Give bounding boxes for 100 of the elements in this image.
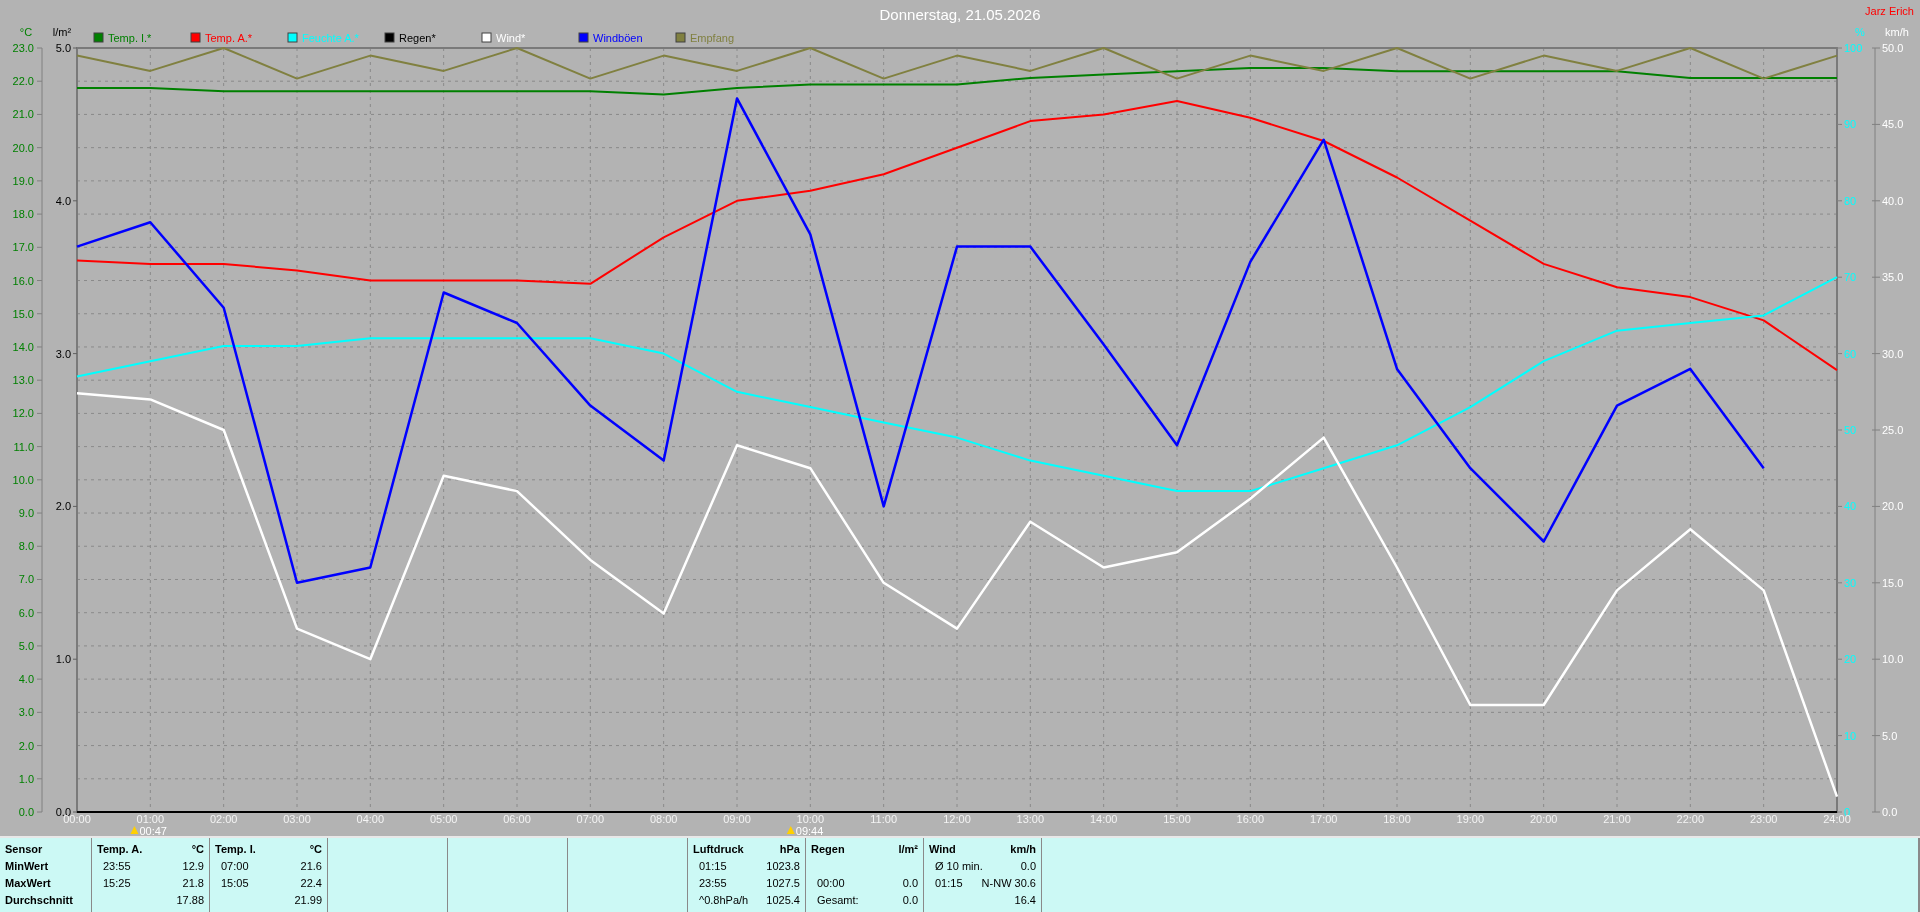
axis-unit: % <box>1855 26 1865 38</box>
table-cell-text: 22.4 <box>300 876 322 891</box>
axis-label: 0.0 <box>1882 806 1898 818</box>
axis-label: 09:00 <box>723 813 751 825</box>
axis-label: 6.0 <box>18 606 34 619</box>
axis-label: 4.0 <box>18 673 34 686</box>
axis-label: 21.0 <box>12 108 34 121</box>
axis-label: 18:00 <box>1383 813 1411 825</box>
axis-label: 0.0 <box>18 806 34 818</box>
axis-label: 21:00 <box>1603 813 1631 825</box>
table-cell-text: 15:25 <box>102 876 131 891</box>
axis-label: 20 <box>1844 653 1857 666</box>
axis-label: 01:00 <box>136 813 165 825</box>
axis-label: 20.0 <box>1882 500 1904 513</box>
column-header: Temp. A. <box>97 842 143 857</box>
axis-label: 2.0 <box>55 500 71 513</box>
table-cell-text: 12.9 <box>182 859 204 874</box>
axis-label: 9.0 <box>18 507 34 520</box>
table-cell-text: 1025.4 <box>766 893 800 908</box>
table-cell-text: 23:55 <box>698 876 727 891</box>
row-label: MaxWert <box>5 876 52 891</box>
axis-label: 3.0 <box>55 347 71 360</box>
column-header: Regen <box>811 842 845 857</box>
table-cell-text: 21.6 <box>300 859 322 874</box>
axis-label: 10.0 <box>1882 653 1904 666</box>
legend-label: Empfang <box>690 32 735 44</box>
axis-label: 16:00 <box>1236 813 1265 825</box>
legend-label: Windböen <box>593 32 643 44</box>
axis-label: 16.0 <box>12 274 34 287</box>
axis-label: 70 <box>1844 271 1857 284</box>
table-cell-text: 17.88 <box>176 893 204 908</box>
table-cell-text: 07:00 <box>220 859 249 874</box>
axis-unit: km/h <box>1885 26 1909 38</box>
axis-unit: °C <box>19 26 33 38</box>
axis-label: 5.0 <box>55 42 71 54</box>
legend-label: Regen* <box>399 32 436 44</box>
table-cell-text: Ø 10 min. <box>934 859 983 874</box>
axis-unit: l/m² <box>52 26 72 38</box>
axis-label: 19:00 <box>1456 813 1485 825</box>
marker-icon <box>786 826 795 834</box>
table-cell-text: 01:15 <box>934 876 963 891</box>
axis-label: 8.0 <box>18 540 34 553</box>
axis-label: 7.0 <box>18 573 34 586</box>
axis-label: 17.0 <box>12 241 34 254</box>
axis-label: 05:00 <box>429 813 458 825</box>
axis-label: 40.0 <box>1882 194 1904 207</box>
column-header: Luftdruck <box>693 842 744 857</box>
axis-label: 02:00 <box>209 813 238 825</box>
row-label: Durchschnitt <box>5 893 74 908</box>
axis-label: 30.0 <box>1882 347 1904 360</box>
legend-label: Wind* <box>496 32 526 44</box>
table-cell-text: 0.0 <box>902 876 918 891</box>
axis-label: 80 <box>1844 194 1857 207</box>
marker-label: 00:47 <box>139 825 167 836</box>
owner-name: Jarz Erich <box>1865 5 1914 17</box>
table-cell-text: 01:15 <box>698 859 727 874</box>
axis-label: 60 <box>1844 347 1857 360</box>
axis-label: 30 <box>1844 576 1857 589</box>
axis-label: 90 <box>1844 118 1857 131</box>
table-cell-text: Gesamt: <box>816 893 859 908</box>
axis-label: 1.0 <box>18 772 34 785</box>
table-cell-text: N-NW 30.6 <box>981 876 1036 891</box>
axis-label: 17:00 <box>1309 813 1338 825</box>
axis-label: 40 <box>1844 500 1857 513</box>
marker-icon <box>130 826 139 834</box>
column-unit: km/h <box>1010 842 1036 857</box>
column-header: Wind <box>929 842 956 857</box>
table-cell-text: 15:05 <box>220 876 249 891</box>
table-cell-text: 16.4 <box>1014 893 1036 908</box>
axis-label: 12:00 <box>943 813 971 825</box>
axis-label: 04:00 <box>356 813 385 825</box>
axis-label: 35.0 <box>1882 271 1904 284</box>
axis-label: 11.0 <box>13 440 34 453</box>
table-cell-text: ^0.8hPa/h <box>698 893 749 908</box>
axis-label: 15.0 <box>12 307 34 320</box>
table-cell-text: 1027.5 <box>766 876 800 891</box>
axis-label: 22.0 <box>12 75 34 88</box>
axis-label: 3.0 <box>18 706 34 719</box>
chart-title: Donnerstag, 21.05.2026 <box>879 6 1041 23</box>
axis-label: 23:00 <box>1749 813 1778 825</box>
table-cell-text: 21.99 <box>294 893 322 908</box>
column-unit: l/m² <box>898 842 918 857</box>
axis-label: 19.0 <box>12 174 34 187</box>
axis-label: 10.0 <box>12 473 34 486</box>
axis-label: 15:00 <box>1163 813 1191 825</box>
axis-label: 0 <box>1844 806 1851 818</box>
axis-label: 14.0 <box>12 340 34 353</box>
axis-label: 2.0 <box>18 739 34 752</box>
axis-label: 10 <box>1844 729 1857 742</box>
table-cell-text: 21.8 <box>182 876 204 891</box>
axis-label: 25.0 <box>1882 424 1904 436</box>
axis-label: 14:00 <box>1089 813 1118 825</box>
table-cell-text: 0.0 <box>902 893 918 908</box>
axis-label: 100 <box>1844 42 1863 54</box>
axis-label: 11:00 <box>870 813 898 825</box>
axis-label: 12.0 <box>12 407 34 420</box>
axis-label: 4.0 <box>55 194 71 207</box>
table-cell-text: 0.0 <box>1020 859 1036 874</box>
axis-label: 5.0 <box>18 639 34 652</box>
axis-label: 03:00 <box>283 813 311 825</box>
